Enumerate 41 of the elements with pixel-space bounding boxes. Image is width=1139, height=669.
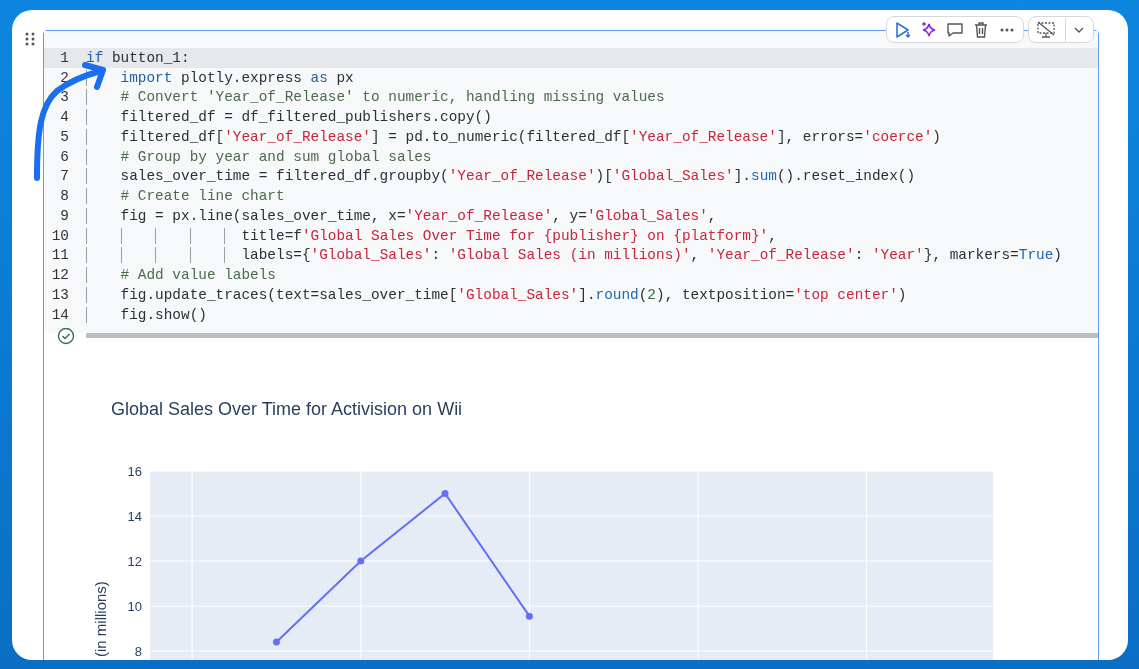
y-tick-label: 12 (127, 553, 142, 569)
code-line: import plotly.express as px (86, 69, 354, 86)
line-number: 9 (59, 207, 69, 224)
line-number: 2 (59, 69, 69, 86)
y-tick-label: 14 (127, 508, 142, 524)
line-number: 7 (59, 168, 69, 185)
line-number: 10 (50, 227, 69, 244)
code-line: filtered_df = df_filtered_publishers.copy() (86, 109, 492, 126)
data-point (525, 612, 533, 620)
code-line: # Group by year and sum global sales (86, 148, 432, 165)
line-number: 3 (59, 89, 69, 106)
code-line: sales_over_time = filtered_df.groupby('Year_of_Release')['Global_Sales'].sum().reset_index() (86, 168, 916, 185)
y-tick-label: 16 (127, 463, 142, 479)
line-number: 4 (59, 109, 69, 126)
y-tick-label: 8 (134, 643, 142, 659)
code-line: fig.update_traces(text=sales_over_time['Global_Sales'].round(2), textposition='top center') (86, 286, 907, 303)
data-point (272, 638, 280, 645)
code-line: title=f'Global Sales Over Time for {publisher} on {platform}', (86, 227, 777, 244)
line-number: 6 (59, 148, 69, 165)
code-line: # Add value labels (86, 267, 276, 284)
data-point (357, 557, 365, 564)
line-number: 13 (50, 286, 69, 303)
line-number: 12 (50, 267, 69, 284)
data-point (441, 489, 449, 497)
code-editor[interactable] (44, 31, 1098, 333)
y-axis-title: (in millions) (92, 580, 109, 657)
chart-title: Global Sales Over Time for Activision on Wii (111, 398, 463, 419)
y-tick-label: 10 (127, 598, 142, 614)
code-line: # Convert 'Year_of_Release' to numeric, handling missing values (86, 89, 665, 106)
code-line: if button_1: (86, 49, 190, 66)
line-number: 8 (59, 188, 69, 205)
code-line: fig.show() (86, 306, 207, 323)
code-line: labels={'Global_Sales': 'Global Sales (in millions)', 'Year_of_Release': 'Year'}, markers=True) (86, 247, 1062, 264)
line-number: 1 (59, 49, 69, 66)
line-number: 11 (50, 247, 69, 264)
code-line: fig = px.line(sales_over_time, x='Year_of_Release', y='Global_Sales', (86, 207, 717, 224)
drag-handle-icon[interactable] (25, 32, 35, 47)
code-line: # Create line chart (86, 188, 285, 205)
line-number: 5 (59, 128, 69, 145)
line-number: 14 (50, 306, 69, 323)
code-line: filtered_df['Year_of_Release'] = pd.to_numeric(filtered_df['Year_of_Release'], errors='coerce') (86, 128, 941, 145)
